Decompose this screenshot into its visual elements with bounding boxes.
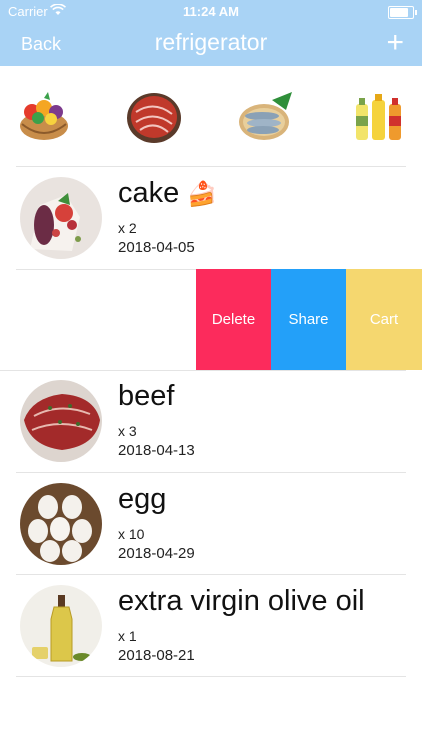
list-item[interactable]: cake 🍰 x 2 2018-04-05 [0, 167, 422, 269]
item-date: 2018-04-05 [118, 239, 195, 256]
item-quantity: x 2 [118, 220, 137, 236]
item-quantity: x 10 [118, 526, 145, 542]
item-name: extra virgin olive oil [118, 585, 365, 617]
cake-emoji-icon: 🍰 [187, 181, 218, 208]
battery-icon [388, 6, 417, 19]
status-bar: Carrier 11:24 AM [0, 0, 422, 22]
delete-button[interactable]: Delete [196, 269, 271, 370]
beef-thumbnail [20, 380, 102, 462]
meat-icon[interactable] [124, 86, 184, 146]
swipe-actions-row: Delete Share Cart [0, 269, 422, 370]
item-date: 2018-08-21 [118, 647, 195, 664]
fruits-vegetables-icon[interactable] [14, 86, 74, 146]
category-bar [0, 66, 422, 166]
item-quantity: x 1 [118, 628, 137, 644]
add-button[interactable]: + [386, 28, 404, 58]
item-date: 2018-04-13 [118, 442, 195, 459]
nav-bar: Back refrigerator + [0, 22, 422, 66]
olive-oil-thumbnail [20, 585, 102, 667]
item-name: beef [118, 380, 175, 412]
drinks-icon[interactable] [348, 86, 408, 146]
cart-button[interactable]: Cart [346, 269, 422, 370]
divider [16, 676, 406, 677]
item-name: egg [118, 483, 167, 515]
cake-thumbnail [20, 177, 102, 259]
item-date: 2018-04-29 [118, 545, 195, 562]
egg-thumbnail [20, 483, 102, 565]
item-name: cake 🍰 [118, 177, 218, 209]
list-item[interactable]: extra virgin olive oil x 1 2018-08-21 [0, 575, 422, 677]
item-quantity: x 3 [118, 423, 137, 439]
status-time: 11:24 AM [183, 4, 239, 19]
list-item[interactable]: beef x 3 2018-04-13 [0, 370, 422, 472]
fish-icon[interactable] [236, 86, 296, 146]
page-title: refrigerator [154, 29, 268, 55]
list-item[interactable]: egg x 10 2018-04-29 [0, 473, 422, 575]
share-button[interactable]: Share [271, 269, 346, 370]
